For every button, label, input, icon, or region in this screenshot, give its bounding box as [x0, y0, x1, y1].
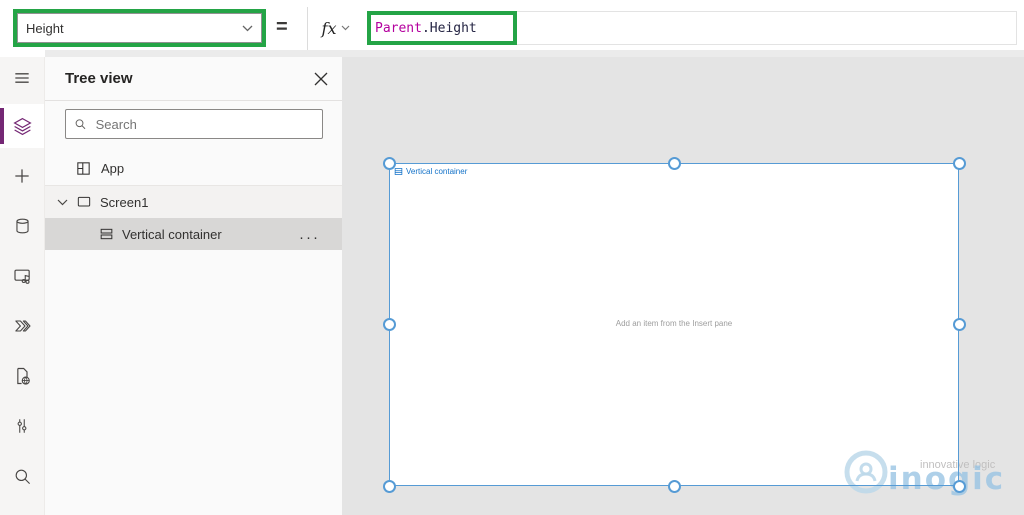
formula-toolbar: Height = fx Parent .Height: [0, 0, 1024, 57]
sidebar-item-media[interactable]: [0, 254, 44, 298]
fx-icon: fx: [321, 18, 337, 38]
search-input[interactable]: [93, 115, 314, 133]
property-annotation-box: Height: [13, 9, 266, 47]
tree-item-app[interactable]: App: [45, 152, 342, 186]
sliders-icon: [17, 419, 27, 433]
property-dropdown-value: Height: [26, 20, 64, 36]
selection-handle-ne[interactable]: [953, 157, 966, 170]
tree-item-vertical-container[interactable]: Vertical container ···: [45, 218, 342, 250]
sidebar-item-tree-view[interactable]: [0, 104, 44, 148]
sidebar-item-insert[interactable]: [0, 154, 44, 198]
selection-label-text: Vertical container: [406, 167, 468, 176]
tree-item-label: Screen1: [100, 194, 149, 210]
selection-handle-s[interactable]: [668, 480, 681, 493]
tree-item-screen1[interactable]: Screen1: [45, 186, 342, 218]
left-nav-rail: [0, 57, 45, 515]
tree-view-layers-icon: [12, 117, 32, 135]
selection-handle-n[interactable]: [668, 157, 681, 170]
sidebar-item-settings[interactable]: [0, 404, 44, 448]
search-icon: [75, 119, 86, 130]
chevron-down-icon[interactable]: [57, 199, 68, 206]
formula-annotation-box: [367, 11, 517, 45]
screen-icon: [77, 196, 91, 207]
property-dropdown[interactable]: Height: [17, 13, 262, 43]
sidebar-item-data[interactable]: [0, 204, 44, 248]
panel-title: Tree view: [65, 70, 133, 87]
toolbar-bottom-strip: [45, 50, 1024, 57]
tree-search-box[interactable]: [65, 109, 323, 139]
chevron-down-icon: [342, 25, 350, 31]
tree-view-header: Tree view: [45, 57, 342, 101]
selection-handle-w[interactable]: [383, 318, 396, 331]
plus-icon: [15, 169, 29, 183]
equals-sign: =: [276, 16, 288, 38]
fx-dropdown-button[interactable]: fx: [308, 11, 364, 45]
media-icon: [13, 269, 30, 284]
selection-handle-nw[interactable]: [383, 157, 396, 170]
close-panel-button[interactable]: [314, 72, 328, 86]
container-icon: [100, 228, 113, 240]
menu-button[interactable]: [0, 56, 44, 100]
selection-handle-e[interactable]: [953, 318, 966, 331]
close-icon: [314, 72, 328, 85]
app-icon: [77, 162, 90, 175]
selection-handle-sw[interactable]: [383, 480, 396, 493]
app-canvas[interactable]: innovative logic inogic Add an item from…: [342, 57, 1024, 515]
power-automate-icon: [14, 320, 31, 332]
document-globe-icon: [17, 367, 30, 385]
chevron-down-icon: [242, 25, 253, 32]
sidebar-item-search[interactable]: [0, 454, 44, 498]
hamburger-icon: [15, 73, 29, 83]
sidebar-item-advanced-tools[interactable]: [0, 354, 44, 398]
sidebar-item-power-automate[interactable]: [0, 304, 44, 348]
tree-item-label: App: [101, 161, 125, 176]
container-icon: [394, 168, 403, 175]
database-icon: [15, 218, 29, 234]
search-icon: [15, 469, 30, 484]
selection-outline: [389, 163, 959, 486]
selection-label: Vertical container: [394, 167, 467, 176]
selection-handle-se[interactable]: [953, 480, 966, 493]
more-options-button[interactable]: ···: [299, 229, 320, 246]
tree-item-label: Vertical container: [122, 226, 222, 242]
tree-view-panel: Tree view App Screen1 Vertical cont: [45, 57, 342, 515]
